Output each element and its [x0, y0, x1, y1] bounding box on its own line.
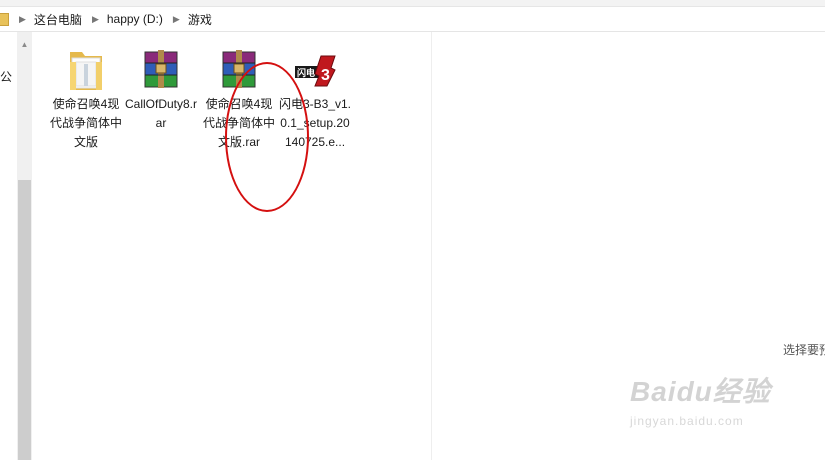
- chevron-right-icon[interactable]: ▶: [92, 14, 99, 25]
- folder-icon: [0, 12, 9, 26]
- file-item-folder[interactable]: 使命召唤4现代战争简体中文版: [48, 46, 124, 152]
- file-list-area: 使命召唤4现代战争简体中文版 CallOfDuty8.rar 使命召唤4现代战争…: [33, 32, 431, 460]
- breadcrumb-drive[interactable]: happy (D:): [107, 12, 163, 26]
- scroll-up-arrow-icon[interactable]: ▲: [17, 40, 32, 50]
- address-bar[interactable]: ▶ 这台电脑 ▶ happy (D:) ▶ 游戏: [0, 7, 825, 32]
- file-name: CallOfDuty8.rar: [124, 97, 198, 130]
- winrar-archive-icon: [137, 46, 185, 94]
- nav-scrollbar[interactable]: ▲: [17, 32, 32, 460]
- breadcrumb-current-folder[interactable]: 游戏: [188, 11, 212, 28]
- watermark-logo: Baidu经验: [630, 376, 771, 407]
- svg-text:闪电: 闪电: [297, 67, 315, 78]
- svg-text:3: 3: [321, 67, 330, 84]
- scrollbar-thumb[interactable]: [18, 180, 31, 460]
- chevron-right-icon[interactable]: ▶: [19, 14, 26, 25]
- file-item-rar[interactable]: CallOfDuty8.rar: [123, 46, 199, 133]
- chevron-right-icon[interactable]: ▶: [173, 14, 180, 25]
- preview-message: 选择要预: [783, 343, 825, 357]
- file-name: 使命召唤4现代战争简体中文版: [49, 97, 122, 149]
- folder-icon: [62, 46, 110, 94]
- watermark-url: jingyan.baidu.com: [630, 414, 744, 428]
- breadcrumb-this-pc[interactable]: 这台电脑: [34, 11, 82, 28]
- window-top-strip: [0, 0, 825, 7]
- baidu-watermark: Baidu经验 jingyan.baidu.com: [630, 370, 780, 440]
- red-highlight-circle: [225, 62, 309, 212]
